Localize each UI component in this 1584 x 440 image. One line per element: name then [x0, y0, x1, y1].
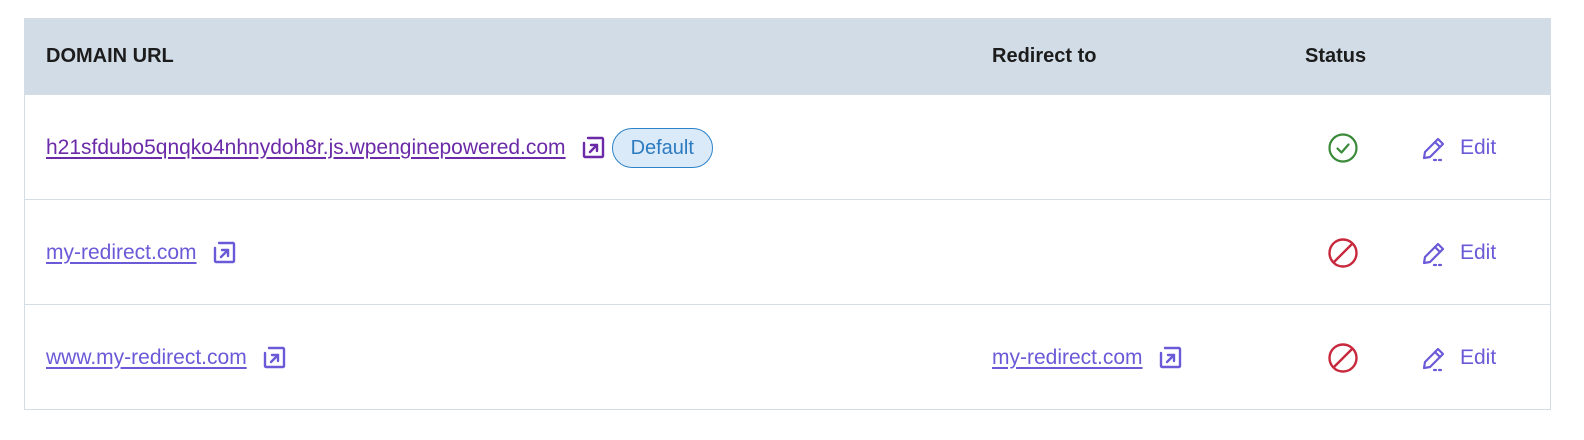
edit-button[interactable]: Edit [1420, 305, 1496, 410]
header-status: Status [1305, 45, 1367, 67]
table-row: my-redirect.com Edit [25, 199, 1550, 304]
redirect-link[interactable]: my-redirect.com [992, 346, 1143, 370]
external-link-icon[interactable] [211, 240, 237, 266]
pencil-icon [1420, 344, 1448, 372]
table-header: DOMAIN URL Redirect to Status [25, 19, 1550, 94]
edit-label: Edit [1460, 135, 1497, 159]
check-circle-icon [1327, 132, 1359, 164]
header-redirect-to: Redirect to [992, 45, 1097, 67]
domain-link[interactable]: my-redirect.com [46, 241, 197, 265]
default-badge: Default [611, 127, 713, 168]
external-link-icon[interactable] [261, 345, 287, 371]
pencil-icon [1420, 239, 1448, 267]
blocked-icon [1327, 342, 1359, 374]
redirect-cell: my-redirect.com [992, 305, 1183, 410]
table-row: www.my-redirect.com my-redirect.com Edit [25, 304, 1550, 409]
blocked-icon [1327, 237, 1359, 269]
domain-cell: my-redirect.com [46, 200, 237, 305]
header-domain-url: DOMAIN URL [46, 45, 174, 67]
domain-cell: h21sfdubo5qnqko4nhnydoh8r.js.wpenginepow… [46, 95, 713, 200]
domains-table: DOMAIN URL Redirect to Status h21sfdubo5… [24, 18, 1551, 410]
edit-button[interactable]: Edit [1420, 95, 1496, 200]
table-row: h21sfdubo5qnqko4nhnydoh8r.js.wpenginepow… [25, 94, 1550, 199]
domain-link[interactable]: www.my-redirect.com [46, 346, 247, 370]
domain-cell: www.my-redirect.com [46, 305, 287, 410]
pencil-icon [1420, 134, 1448, 162]
external-link-icon[interactable] [1157, 345, 1183, 371]
external-link-icon[interactable] [580, 135, 606, 161]
edit-label: Edit [1460, 240, 1497, 264]
edit-label: Edit [1460, 345, 1497, 369]
edit-button[interactable]: Edit [1420, 200, 1496, 305]
domain-link[interactable]: h21sfdubo5qnqko4nhnydoh8r.js.wpenginepow… [46, 136, 566, 160]
